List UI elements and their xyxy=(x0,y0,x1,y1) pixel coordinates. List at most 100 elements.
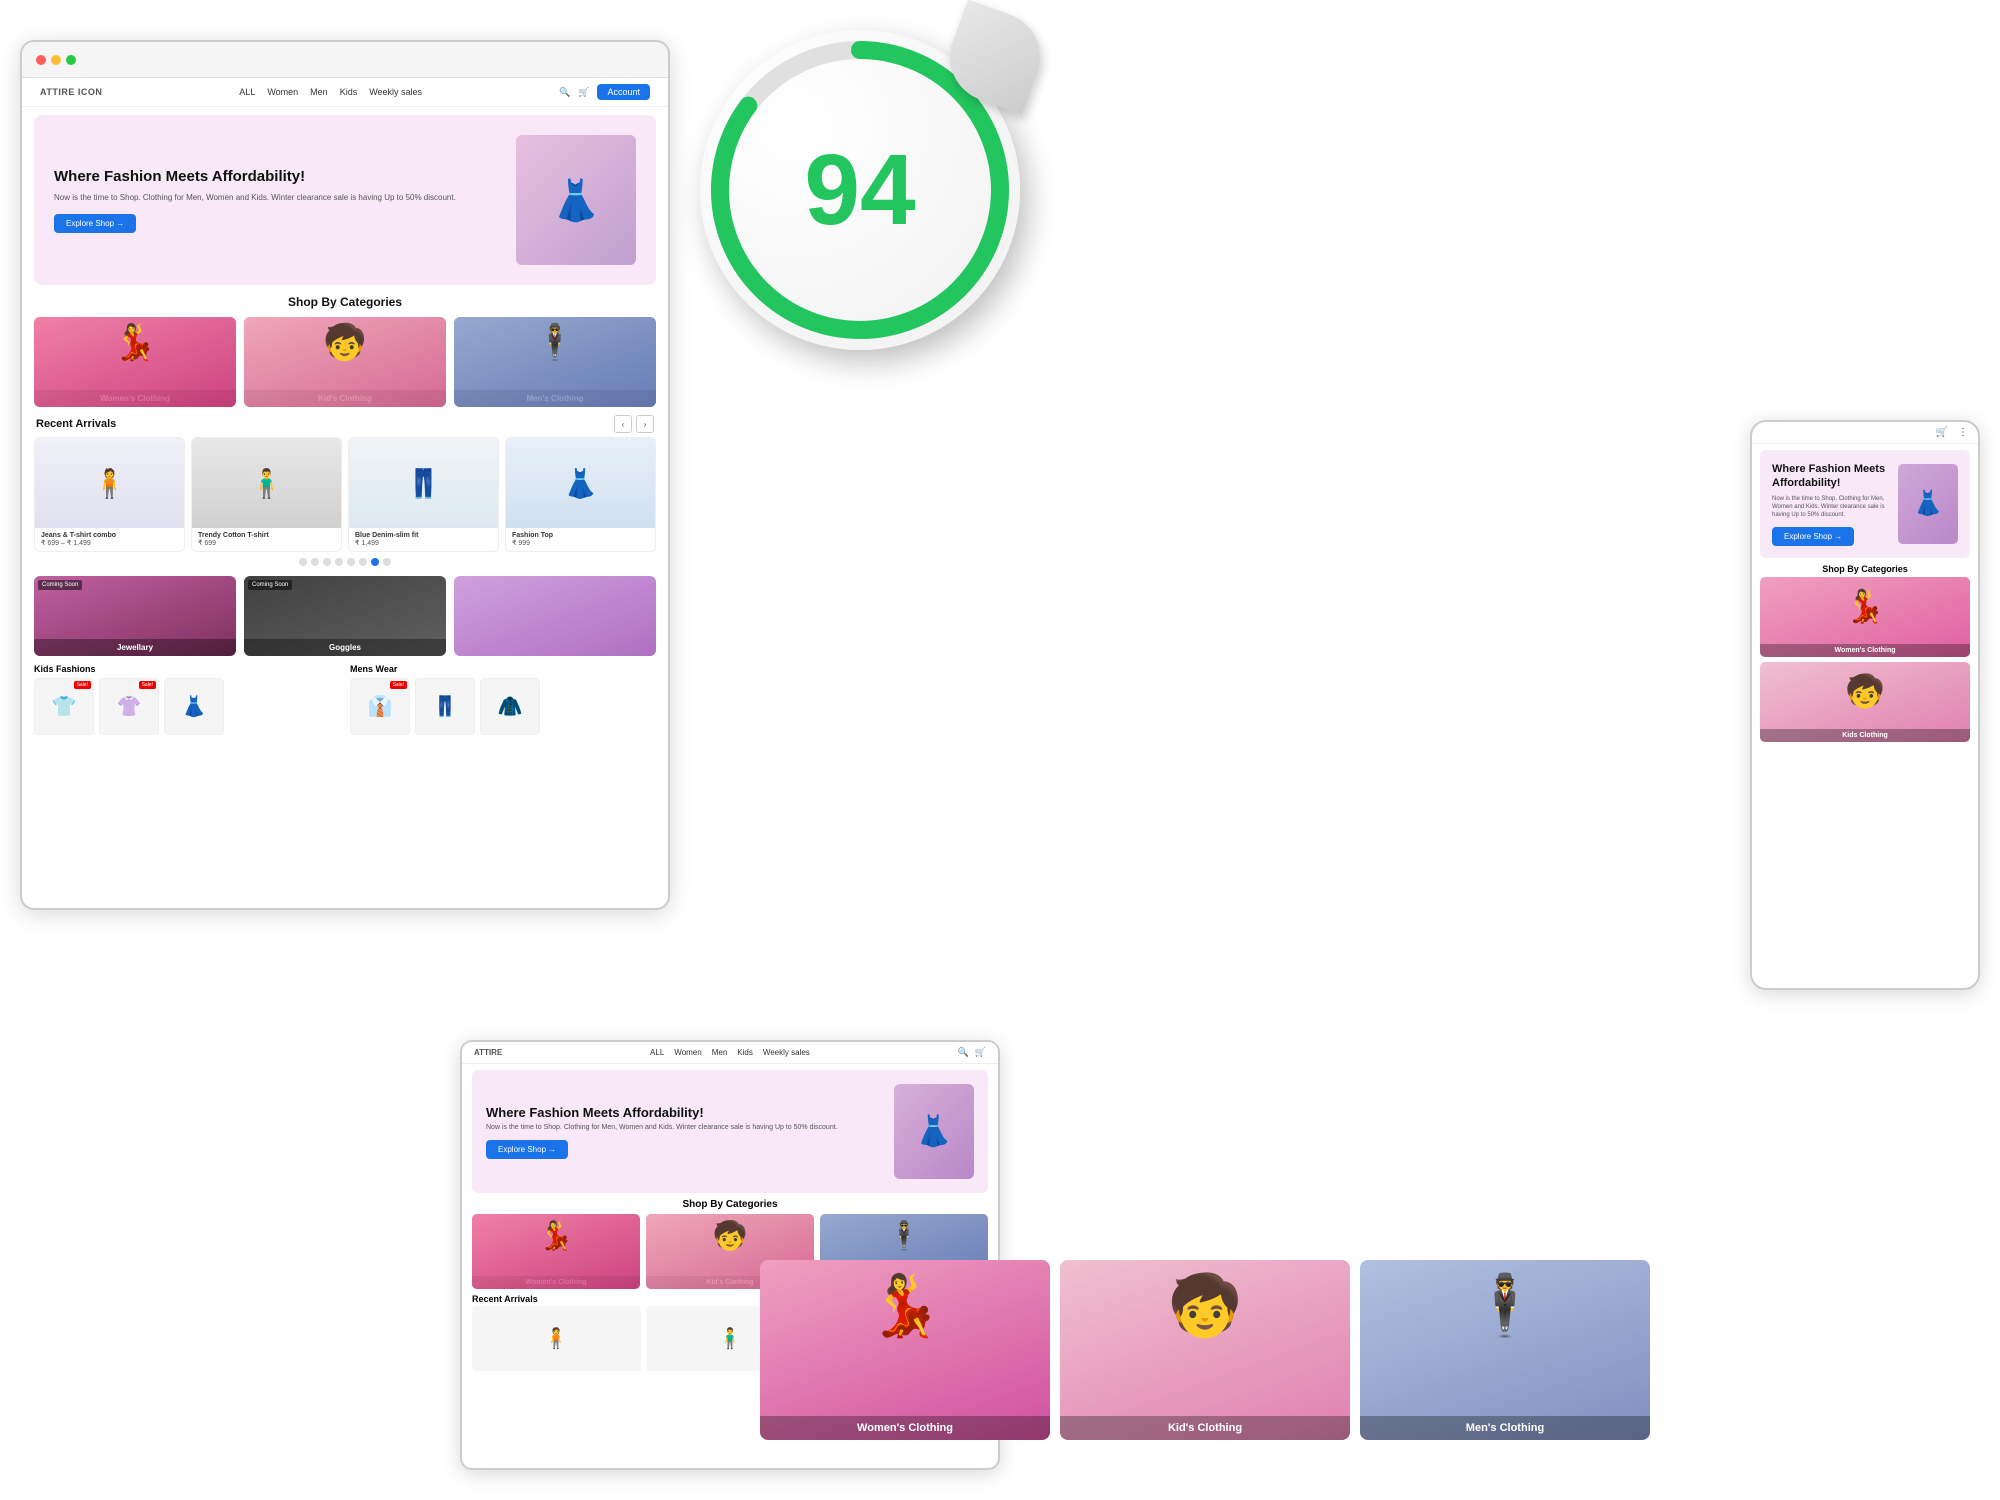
products-row: 🧍 Jeans & T-shirt combo ₹ 699 – ₹ 1,499 … xyxy=(22,437,668,552)
product-name-2: Trendy Cotton T-shirt xyxy=(198,532,335,539)
product-price-2: ₹ 699 xyxy=(198,539,335,547)
close-dot[interactable] xyxy=(36,55,46,65)
goggles-label: Goggles xyxy=(244,639,446,656)
nav-kids[interactable]: Kids xyxy=(340,87,358,97)
mobile-hero: Where Fashion Meets Affordability! Now i… xyxy=(1760,450,1970,558)
coming-extra[interactable] xyxy=(454,576,656,656)
large-kids-label: Kid's Clothing xyxy=(1060,1416,1350,1440)
large-women-label: Women's Clothing xyxy=(760,1416,1050,1440)
mobile-cart-icon[interactable]: 🛒 xyxy=(1936,427,1948,438)
dot-6[interactable] xyxy=(359,558,367,566)
nav-links: ALL Women Men Kids Weekly sales xyxy=(239,87,422,97)
tab-nav-men[interactable]: Men xyxy=(712,1048,728,1057)
category-kids[interactable]: 🧒 Kid's Clothing xyxy=(244,317,446,407)
mobile-kids-label: Kids Clothing xyxy=(1760,729,1970,742)
sale-badge-1: Sale! xyxy=(74,681,91,689)
kids-prod-2[interactable]: Sale! 👚 xyxy=(99,678,159,735)
mobile-cat-women[interactable]: 💃 Women's Clothing xyxy=(1760,577,1970,657)
product-card-2[interactable]: 🧍‍♂️ Trendy Cotton T-shirt ₹ 699 xyxy=(191,437,342,552)
women-figure: 💃 xyxy=(34,322,236,363)
dot-1[interactable] xyxy=(299,558,307,566)
product-price-1: ₹ 699 – ₹ 1,499 xyxy=(41,539,178,547)
explore-button[interactable]: Explore Shop → xyxy=(54,214,136,233)
tab-nav-kids[interactable]: Kids xyxy=(737,1048,753,1057)
tablet-hero-desc: Now is the time to Shop. Clothing for Me… xyxy=(486,1124,884,1131)
tablet-prod-1[interactable]: 🧍 xyxy=(472,1306,641,1371)
mobile-categories: 💃 Women's Clothing 🧒 Kids Clothing xyxy=(1752,577,1978,742)
category-women[interactable]: 💃 Women's Clothing xyxy=(34,317,236,407)
large-cat-women[interactable]: 💃 Women's Clothing xyxy=(760,1260,1050,1440)
mens-section: Mens Wear Sale! 👔 👖 🧥 xyxy=(350,664,656,735)
product-info-2: Trendy Cotton T-shirt ₹ 699 xyxy=(192,528,341,551)
coming-jewel[interactable]: Coming Soon Jewellary xyxy=(34,576,236,656)
coming-soon-badge-goggles: Coming Soon xyxy=(248,580,292,590)
nav-all[interactable]: ALL xyxy=(239,87,255,97)
tablet-cat-women[interactable]: 💃 Women's Clothing xyxy=(472,1214,640,1289)
tablet-men-figure: 🕴️ xyxy=(887,1219,922,1252)
sale-badge-2: Sale! xyxy=(139,681,156,689)
product-name-4: Fashion Top xyxy=(512,532,649,539)
carousel-dots xyxy=(22,558,668,566)
mobile-hero-img: 👗 xyxy=(1898,464,1958,544)
kids-prod-1[interactable]: Sale! 👕 xyxy=(34,678,94,735)
mens-prod-img-1: Sale! 👔 xyxy=(351,679,409,734)
mens-products: Sale! 👔 👖 🧥 xyxy=(350,678,656,735)
score-sticker-wrap: 94 xyxy=(700,30,1050,380)
mobile-cat-kids[interactable]: 🧒 Kids Clothing xyxy=(1760,662,1970,742)
cart-icon[interactable]: 🛒 xyxy=(578,87,589,98)
tablet-hero: Where Fashion Meets Affordability! Now i… xyxy=(472,1070,988,1193)
product-img-4: 👗 xyxy=(506,438,655,528)
nav-women[interactable]: Women xyxy=(267,87,298,97)
product-card-1[interactable]: 🧍 Jeans & T-shirt combo ₹ 699 – ₹ 1,499 xyxy=(34,437,185,552)
nav-weekly[interactable]: Weekly sales xyxy=(369,87,422,97)
category-men[interactable]: 🕴️ Men's Clothing xyxy=(454,317,656,407)
maximize-dot[interactable] xyxy=(66,55,76,65)
site-nav: ATTIRE ICON ALL Women Men Kids Weekly sa… xyxy=(22,78,668,107)
tablet-categories-title: Shop By Categories xyxy=(462,1199,998,1210)
nav-men[interactable]: Men xyxy=(310,87,328,97)
dot-3[interactable] xyxy=(323,558,331,566)
prev-arrow[interactable]: ‹ xyxy=(614,415,632,433)
kids-section: Kids Fashions Sale! 👕 Sale! 👚 👗 xyxy=(34,664,340,735)
search-icon[interactable]: 🔍 xyxy=(559,87,570,98)
kids-prod-3[interactable]: 👗 xyxy=(164,678,224,735)
mens-prod-img-3: 🧥 xyxy=(481,679,539,734)
large-cat-men[interactable]: 🕴️ Men's Clothing xyxy=(1360,1260,1650,1440)
dot-4[interactable] xyxy=(335,558,343,566)
product-info-1: Jeans & T-shirt combo ₹ 699 – ₹ 1,499 xyxy=(35,528,184,551)
tablet-nav: ATTIRE ALL Women Men Kids Weekly sales 🔍… xyxy=(462,1042,998,1064)
large-cat-row: 💃 Women's Clothing 🧒 Kid's Clothing 🕴️ M… xyxy=(760,1260,1650,1440)
large-cat-kids[interactable]: 🧒 Kid's Clothing xyxy=(1060,1260,1350,1440)
dot-2[interactable] xyxy=(311,558,319,566)
dot-7[interactable] xyxy=(371,558,379,566)
mobile-menu-icon[interactable]: ⋮ xyxy=(1958,427,1968,438)
product-card-4[interactable]: 👗 Fashion Top ₹ 999 xyxy=(505,437,656,552)
coming-goggles[interactable]: Coming Soon Goggles xyxy=(244,576,446,656)
product-name-1: Jeans & T-shirt combo xyxy=(41,532,178,539)
dot-5[interactable] xyxy=(347,558,355,566)
mobile-explore-button[interactable]: Explore Shop → xyxy=(1772,527,1854,546)
next-arrow[interactable]: › xyxy=(636,415,654,433)
dot-8[interactable] xyxy=(383,558,391,566)
minimize-dot[interactable] xyxy=(51,55,61,65)
tablet-nav-links: ALL Women Men Kids Weekly sales xyxy=(650,1048,810,1057)
coming-soon-row: Coming Soon Jewellary Coming Soon Goggle… xyxy=(22,572,668,660)
kids-prod-img-1: Sale! 👕 xyxy=(35,679,93,734)
mens-prod-2[interactable]: 👖 xyxy=(415,678,475,735)
large-men-figure: 🕴️ xyxy=(1468,1270,1543,1341)
tab-nav-women[interactable]: Women xyxy=(674,1048,701,1057)
tablet-search-icon[interactable]: 🔍 xyxy=(958,1047,969,1058)
jewel-label: Jewellary xyxy=(34,639,236,656)
tab-nav-all[interactable]: ALL xyxy=(650,1048,664,1057)
account-button[interactable]: Account xyxy=(597,84,650,100)
tablet-cart-icon[interactable]: 🛒 xyxy=(975,1047,986,1058)
tab-nav-weekly[interactable]: Weekly sales xyxy=(763,1048,810,1057)
tablet-explore-button[interactable]: Explore Shop → xyxy=(486,1140,568,1159)
mens-prod-img-2: 👖 xyxy=(416,679,474,734)
product-card-3[interactable]: 👖 Blue Denim-slim fit ₹ 1,499 xyxy=(348,437,499,552)
tablet-women-figure: 💃 xyxy=(539,1219,574,1252)
mens-prod-3[interactable]: 🧥 xyxy=(480,678,540,735)
mens-prod-1[interactable]: Sale! 👔 xyxy=(350,678,410,735)
recent-title: Recent Arrivals xyxy=(36,418,116,430)
product-img-2: 🧍‍♂️ xyxy=(192,438,341,528)
